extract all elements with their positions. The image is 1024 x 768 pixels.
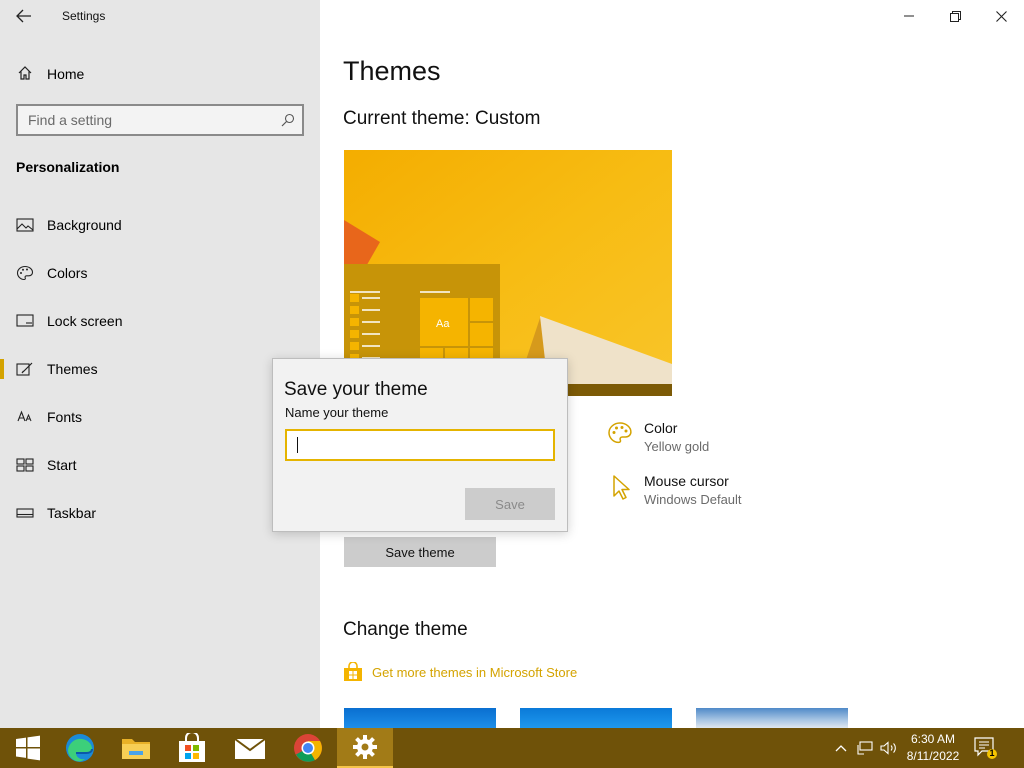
color-setting-value: Yellow gold [644, 439, 710, 454]
back-arrow-icon [16, 9, 31, 23]
action-center-button[interactable]: 1 [972, 736, 998, 760]
minimize-button[interactable] [886, 0, 932, 32]
clock-date: 8/11/2022 [906, 749, 960, 763]
color-setting-title: Color [644, 420, 678, 436]
notification-count: 1 [989, 748, 995, 758]
sidebar-item-label: Taskbar [47, 505, 97, 521]
sidebar-item-home[interactable]: Home [0, 58, 320, 88]
sidebar-item-colors[interactable]: Colors [0, 253, 320, 293]
save-theme-dialog: Save your theme Name your theme Save [272, 358, 568, 532]
color-setting[interactable]: Color Yellow gold [606, 420, 826, 460]
chrome-icon [294, 734, 322, 762]
taskbar-icon [16, 508, 34, 518]
start-icon [16, 458, 34, 472]
dialog-label: Name your theme [285, 405, 389, 420]
network-icon [857, 741, 873, 755]
restore-button[interactable] [932, 0, 978, 32]
chevron-up-icon [835, 745, 847, 752]
theme-thumbnail[interactable] [520, 708, 672, 728]
dialog-save-button[interactable]: Save [465, 488, 555, 520]
store-bag-icon [344, 662, 362, 681]
clock[interactable]: 6:30 AM 8/11/2022 [902, 731, 964, 765]
volume-button[interactable] [878, 728, 900, 768]
search-box[interactable] [16, 104, 304, 136]
sidebar-item-background[interactable]: Background [0, 205, 320, 245]
section-title: Personalization [16, 159, 120, 175]
tray-overflow-button[interactable] [830, 728, 852, 768]
mouse-cursor-setting[interactable]: Mouse cursor Windows Default [606, 473, 826, 513]
change-theme-title: Change theme [343, 619, 468, 640]
sidebar-item-label: Home [47, 66, 85, 82]
picture-icon [16, 218, 34, 232]
cursor-icon [613, 475, 630, 500]
search-icon[interactable] [281, 113, 295, 127]
app-title: Settings [62, 9, 106, 23]
network-button[interactable] [854, 728, 876, 768]
mouse-cursor-value: Windows Default [644, 492, 742, 507]
fonts-icon [17, 410, 32, 422]
settings-icon [353, 735, 377, 759]
volume-icon [880, 741, 896, 755]
current-theme-title: Current theme: Custom [343, 108, 541, 129]
close-icon [995, 10, 1007, 22]
home-icon [18, 66, 32, 80]
sidebar-item-label: Lock screen [47, 313, 123, 329]
start-button[interactable] [0, 728, 56, 768]
mouse-cursor-title: Mouse cursor [644, 473, 729, 489]
lock-screen-icon [16, 314, 34, 327]
back-button[interactable] [10, 4, 38, 28]
theme-thumbnail[interactable] [696, 708, 848, 728]
search-input[interactable] [18, 106, 268, 134]
page-title: Themes [343, 56, 441, 86]
mail-icon [234, 738, 266, 759]
chrome-taskbar-button[interactable] [280, 728, 336, 768]
save-theme-button[interactable]: Save theme [344, 537, 496, 567]
text-caret [297, 437, 298, 453]
close-button[interactable] [978, 0, 1024, 32]
palette-icon [608, 422, 632, 444]
store-link-label: Get more themes in Microsoft Store [372, 665, 578, 680]
minimize-icon [904, 15, 914, 17]
store-taskbar-button[interactable] [164, 728, 220, 768]
windows-logo-icon [16, 735, 40, 761]
theme-name-input[interactable] [287, 431, 553, 459]
sidebar-item-label: Background [47, 217, 122, 233]
preview-tile-label: Aa [436, 318, 450, 330]
file-explorer-icon [122, 739, 150, 759]
file-explorer-taskbar-button[interactable] [108, 728, 164, 768]
settings-taskbar-button[interactable] [337, 728, 393, 768]
sidebar-item-label: Start [47, 457, 77, 473]
sidebar-item-label: Fonts [47, 409, 83, 425]
restore-icon [949, 10, 961, 22]
sidebar-item-lock-screen[interactable]: Lock screen [0, 301, 320, 341]
theme-thumbnail[interactable] [344, 708, 496, 728]
edge-icon [66, 734, 94, 762]
taskbar: 6:30 AM 8/11/2022 1 [0, 728, 1024, 768]
title-bar: Settings [0, 0, 320, 32]
sidebar-item-label: Colors [47, 265, 88, 281]
theme-name-field[interactable] [285, 429, 555, 461]
themes-icon [16, 362, 33, 376]
mail-taskbar-button[interactable] [222, 728, 278, 768]
dialog-title: Save your theme [284, 379, 428, 400]
edge-taskbar-button[interactable] [52, 728, 108, 768]
sidebar-item-label: Themes [47, 361, 98, 377]
palette-icon [16, 265, 34, 281]
clock-time: 6:30 AM [910, 732, 956, 746]
store-icon [179, 733, 205, 762]
